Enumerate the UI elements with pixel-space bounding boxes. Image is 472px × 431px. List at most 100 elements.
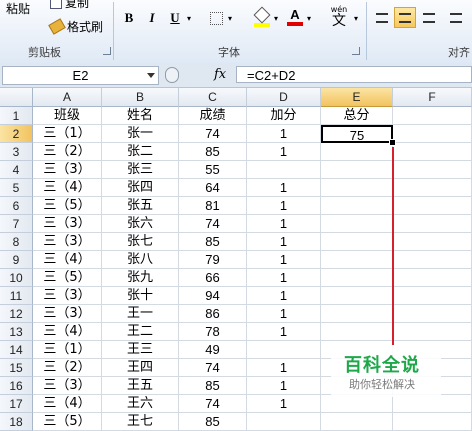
cell-e6[interactable]: [321, 197, 393, 215]
cell-e18[interactable]: [321, 413, 393, 431]
cell-e4[interactable]: [321, 161, 393, 179]
name-box[interactable]: E2: [2, 66, 159, 85]
cell-c8[interactable]: 85: [179, 233, 247, 251]
cell-e12[interactable]: [321, 305, 393, 323]
cell-b8[interactable]: 张七: [102, 233, 179, 251]
fill-dropdown-icon[interactable]: ▾: [272, 14, 280, 23]
cell-d7[interactable]: 1: [247, 215, 321, 233]
indent-button[interactable]: [446, 8, 466, 28]
cell-b16[interactable]: 王五: [102, 377, 179, 395]
cell-b10[interactable]: 张九: [102, 269, 179, 287]
cell-b17[interactable]: 王六: [102, 395, 179, 413]
cell-e1[interactable]: 总分: [321, 107, 393, 125]
cell-f13[interactable]: [393, 323, 472, 341]
cell-f2[interactable]: [393, 125, 472, 143]
cell-c2[interactable]: 74: [179, 125, 247, 143]
cell-a17[interactable]: 三（4）: [33, 395, 102, 413]
cell-c5[interactable]: 64: [179, 179, 247, 197]
cell-b13[interactable]: 王二: [102, 323, 179, 341]
fill-color-button[interactable]: [253, 6, 271, 28]
cell-e7[interactable]: [321, 215, 393, 233]
cell-b14[interactable]: 王三: [102, 341, 179, 359]
row-header[interactable]: 13: [0, 323, 33, 341]
cell-d16[interactable]: 1: [247, 377, 321, 395]
cell-e9[interactable]: [321, 251, 393, 269]
cell-a3[interactable]: 三（2）: [33, 143, 102, 161]
cell-c14[interactable]: 49: [179, 341, 247, 359]
cell-d15[interactable]: 1: [247, 359, 321, 377]
cell-d14[interactable]: [247, 341, 321, 359]
column-header-c[interactable]: C: [179, 88, 247, 107]
row-header[interactable]: 17: [0, 395, 33, 413]
cell-d2[interactable]: 1: [247, 125, 321, 143]
cell-b15[interactable]: 王四: [102, 359, 179, 377]
cell-a7[interactable]: 三（3）: [33, 215, 102, 233]
cell-e17[interactable]: [321, 395, 393, 413]
cell-d13[interactable]: 1: [247, 323, 321, 341]
cell-b7[interactable]: 张六: [102, 215, 179, 233]
column-header-f[interactable]: F: [393, 88, 472, 107]
cell-d8[interactable]: 1: [247, 233, 321, 251]
cell-e5[interactable]: [321, 179, 393, 197]
cell-c10[interactable]: 66: [179, 269, 247, 287]
row-header[interactable]: 5: [0, 179, 33, 197]
column-header-e[interactable]: E: [321, 88, 393, 107]
cell-a18[interactable]: 三（5）: [33, 413, 102, 431]
row-header[interactable]: 2: [0, 125, 33, 143]
cell-e2[interactable]: 75: [321, 125, 393, 143]
align-center-button[interactable]: [394, 7, 416, 28]
cell-b4[interactable]: 张三: [102, 161, 179, 179]
cell-f4[interactable]: [393, 161, 472, 179]
row-header[interactable]: 3: [0, 143, 33, 161]
phonetic-dropdown-icon[interactable]: ▾: [352, 14, 360, 23]
cell-c15[interactable]: 74: [179, 359, 247, 377]
cell-d3[interactable]: 1: [247, 143, 321, 161]
cell-d18[interactable]: [247, 413, 321, 431]
select-all-corner[interactable]: [0, 88, 33, 107]
cell-d5[interactable]: 1: [247, 179, 321, 197]
cell-f6[interactable]: [393, 197, 472, 215]
cell-c13[interactable]: 78: [179, 323, 247, 341]
cell-c18[interactable]: 85: [179, 413, 247, 431]
cell-b3[interactable]: 张二: [102, 143, 179, 161]
cell-a12[interactable]: 三（3）: [33, 305, 102, 323]
cell-a15[interactable]: 三（2）: [33, 359, 102, 377]
cell-a1[interactable]: 班级: [33, 107, 102, 125]
cell-f10[interactable]: [393, 269, 472, 287]
row-header[interactable]: 12: [0, 305, 33, 323]
bold-button[interactable]: B: [120, 9, 138, 27]
cell-b5[interactable]: 张四: [102, 179, 179, 197]
column-header-a[interactable]: A: [33, 88, 102, 107]
cell-f1[interactable]: [393, 107, 472, 125]
cell-d1[interactable]: 加分: [247, 107, 321, 125]
row-header[interactable]: 6: [0, 197, 33, 215]
row-header[interactable]: 9: [0, 251, 33, 269]
font-dialog-launcher-icon[interactable]: [352, 47, 360, 55]
insert-function-button[interactable]: fx: [214, 67, 226, 82]
row-header[interactable]: 4: [0, 161, 33, 179]
cell-e8[interactable]: [321, 233, 393, 251]
cell-a13[interactable]: 三（4）: [33, 323, 102, 341]
borders-button[interactable]: [208, 10, 224, 26]
cell-c12[interactable]: 86: [179, 305, 247, 323]
cell-a10[interactable]: 三（5）: [33, 269, 102, 287]
cell-c7[interactable]: 74: [179, 215, 247, 233]
name-box-dropdown-icon[interactable]: [147, 73, 155, 78]
cell-b9[interactable]: 张八: [102, 251, 179, 269]
cell-f3[interactable]: [393, 143, 472, 161]
cell-f17[interactable]: [393, 395, 472, 413]
cell-b6[interactable]: 张五: [102, 197, 179, 215]
format-painter-button[interactable]: 格式刷: [48, 18, 103, 35]
cell-d12[interactable]: 1: [247, 305, 321, 323]
cell-a9[interactable]: 三（4）: [33, 251, 102, 269]
cell-f8[interactable]: [393, 233, 472, 251]
align-right-button[interactable]: [419, 8, 439, 28]
cell-c3[interactable]: 85: [179, 143, 247, 161]
column-header-d[interactable]: D: [247, 88, 321, 107]
row-header[interactable]: 16: [0, 377, 33, 395]
cell-d6[interactable]: 1: [247, 197, 321, 215]
cell-d10[interactable]: 1: [247, 269, 321, 287]
cell-d4[interactable]: [247, 161, 321, 179]
cell-c1[interactable]: 成绩: [179, 107, 247, 125]
cell-d9[interactable]: 1: [247, 251, 321, 269]
